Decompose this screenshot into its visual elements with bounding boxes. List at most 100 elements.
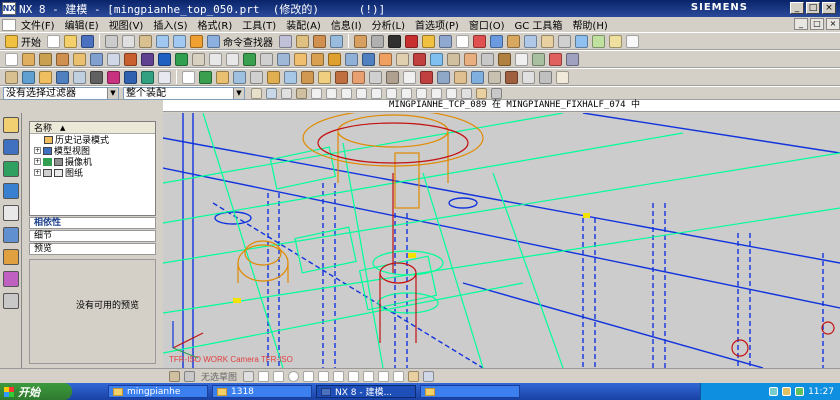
split-body-icon[interactable] (277, 52, 290, 66)
doc-minimize-button[interactable]: _ (794, 18, 808, 30)
snap-pole-icon[interactable] (446, 87, 457, 99)
scale-body-icon[interactable] (379, 52, 392, 66)
new-file-icon[interactable] (47, 34, 60, 48)
arc-icon[interactable] (39, 70, 52, 84)
snapshot-icon[interactable] (566, 52, 579, 66)
patch-icon[interactable] (369, 70, 382, 84)
sew-icon[interactable] (430, 52, 443, 66)
slide-icon[interactable] (488, 70, 501, 84)
snap-midpoint-icon[interactable] (281, 87, 292, 99)
synchronous-icon[interactable] (386, 70, 399, 84)
unite-icon[interactable] (209, 52, 222, 66)
taskbar-item-folder[interactable]: mingpianhe (108, 385, 208, 398)
surface-icon[interactable] (216, 70, 229, 84)
doc-restore-button[interactable]: □ (810, 18, 824, 30)
dimension-icon[interactable] (423, 370, 435, 382)
maximize-button[interactable]: □ (806, 2, 820, 14)
line-icon[interactable] (258, 370, 270, 382)
shaded-view-icon[interactable] (388, 34, 401, 48)
minimize-button[interactable]: _ (790, 2, 804, 14)
roles-icon[interactable] (3, 293, 19, 309)
repeat-command-icon[interactable] (190, 34, 203, 48)
wireframe-icon[interactable] (558, 34, 571, 48)
hd3d-tools-icon[interactable] (3, 205, 19, 221)
menu-gc-toolkit[interactable]: GC 工具箱 (510, 17, 568, 32)
swept-icon[interactable] (250, 70, 263, 84)
studio-spline-icon[interactable] (348, 370, 360, 382)
menu-file[interactable]: 文件(F) (16, 17, 60, 32)
through-curves-icon[interactable] (233, 70, 246, 84)
mold-tool-icon[interactable] (437, 70, 450, 84)
save-icon[interactable] (81, 34, 94, 48)
sketch-grid-icon[interactable] (169, 370, 180, 382)
clear-snap-icon[interactable] (476, 87, 487, 99)
preview-section[interactable]: 预览 (29, 243, 156, 255)
rotate-view-icon[interactable] (490, 34, 503, 48)
boss-icon[interactable] (107, 52, 120, 66)
title-bar[interactable]: NX NX 8 - 建模 - [mingpianhe_top_050.prt (… (0, 0, 840, 17)
section-view-icon[interactable] (549, 52, 562, 66)
tree-node-cameras[interactable]: + 摄像机 (30, 156, 155, 168)
extension-icon[interactable] (335, 70, 348, 84)
spline-icon[interactable] (73, 70, 86, 84)
offset-curve-icon[interactable] (107, 70, 120, 84)
rib-icon[interactable] (175, 52, 188, 66)
copy-icon[interactable] (122, 34, 135, 48)
snap-arc-center-icon[interactable] (431, 87, 442, 99)
tree-node-model-views[interactable]: + 模型视图 (30, 145, 155, 157)
parting-icon[interactable] (454, 70, 467, 84)
menu-tools[interactable]: 工具(T) (237, 17, 281, 32)
redo-icon[interactable] (173, 34, 186, 48)
trim-body-icon[interactable] (260, 52, 273, 66)
selection-filter-dropdown[interactable]: 没有选择过滤器 ▼ (3, 86, 119, 100)
cut-icon[interactable] (105, 34, 118, 48)
groove-icon[interactable] (158, 52, 171, 66)
menu-edit[interactable]: 编辑(E) (60, 17, 104, 32)
process-studio-icon[interactable] (3, 271, 19, 287)
trim-sheet-icon[interactable] (352, 70, 365, 84)
electrode-icon[interactable] (471, 70, 484, 84)
snap-grid-icon[interactable] (461, 87, 472, 99)
sketch-mode-icon[interactable] (184, 370, 195, 382)
cad-wireframe-viewport[interactable]: TFR-ISO WORK Camera TFR-ISO (163, 113, 840, 368)
thicken-icon[interactable] (301, 70, 314, 84)
menu-assemblies[interactable]: 装配(A) (281, 17, 326, 32)
taskbar-item-nx[interactable]: NX 8 - 建模... (316, 385, 416, 398)
orient-view-icon[interactable] (575, 34, 588, 48)
replace-face-icon[interactable] (396, 52, 409, 66)
polygon-icon[interactable] (333, 370, 345, 382)
system-materials-icon[interactable] (3, 249, 19, 265)
snap-endpoint-icon[interactable] (266, 87, 277, 99)
circle-icon[interactable] (56, 70, 69, 84)
accept-icon[interactable] (199, 70, 212, 84)
draft-icon[interactable] (311, 52, 324, 66)
delete-face-icon[interactable] (413, 52, 426, 66)
render-style-icon[interactable] (592, 34, 605, 48)
taskbar-item-blank[interactable] (420, 385, 520, 398)
paste-icon[interactable] (139, 34, 152, 48)
menu-preferences[interactable]: 首选项(P) (410, 17, 464, 32)
fit-view-icon[interactable] (541, 34, 554, 48)
hole-icon[interactable] (371, 34, 384, 48)
show-hide-icon[interactable] (626, 34, 639, 48)
datum-plane-icon[interactable] (330, 34, 343, 48)
snap-options-icon[interactable] (491, 87, 502, 99)
chevron-down-icon[interactable]: ▼ (233, 87, 244, 99)
fillet-icon[interactable] (303, 370, 315, 382)
volume-icon[interactable] (782, 387, 792, 396)
intersect-curve-icon[interactable] (141, 70, 154, 84)
expand-icon[interactable]: + (34, 158, 41, 165)
dependencies-section[interactable]: 相依性 (29, 217, 156, 229)
select-all-icon[interactable] (251, 87, 262, 99)
pattern-icon[interactable] (328, 52, 341, 66)
move-object-icon[interactable] (362, 52, 375, 66)
tree-node-drawings[interactable]: + 图纸 (30, 167, 155, 179)
nx-app-icon[interactable]: NX (2, 2, 16, 15)
menu-information[interactable]: 信息(I) (326, 17, 367, 32)
thread-icon[interactable] (192, 52, 205, 66)
clearance-icon[interactable] (532, 52, 545, 66)
graphics-window[interactable]: TFR-ISO WORK Camera TFR-ISO (163, 113, 840, 368)
point-icon[interactable] (90, 70, 103, 84)
bill-of-materials-icon[interactable] (539, 70, 552, 84)
drawing-icon[interactable] (556, 70, 569, 84)
